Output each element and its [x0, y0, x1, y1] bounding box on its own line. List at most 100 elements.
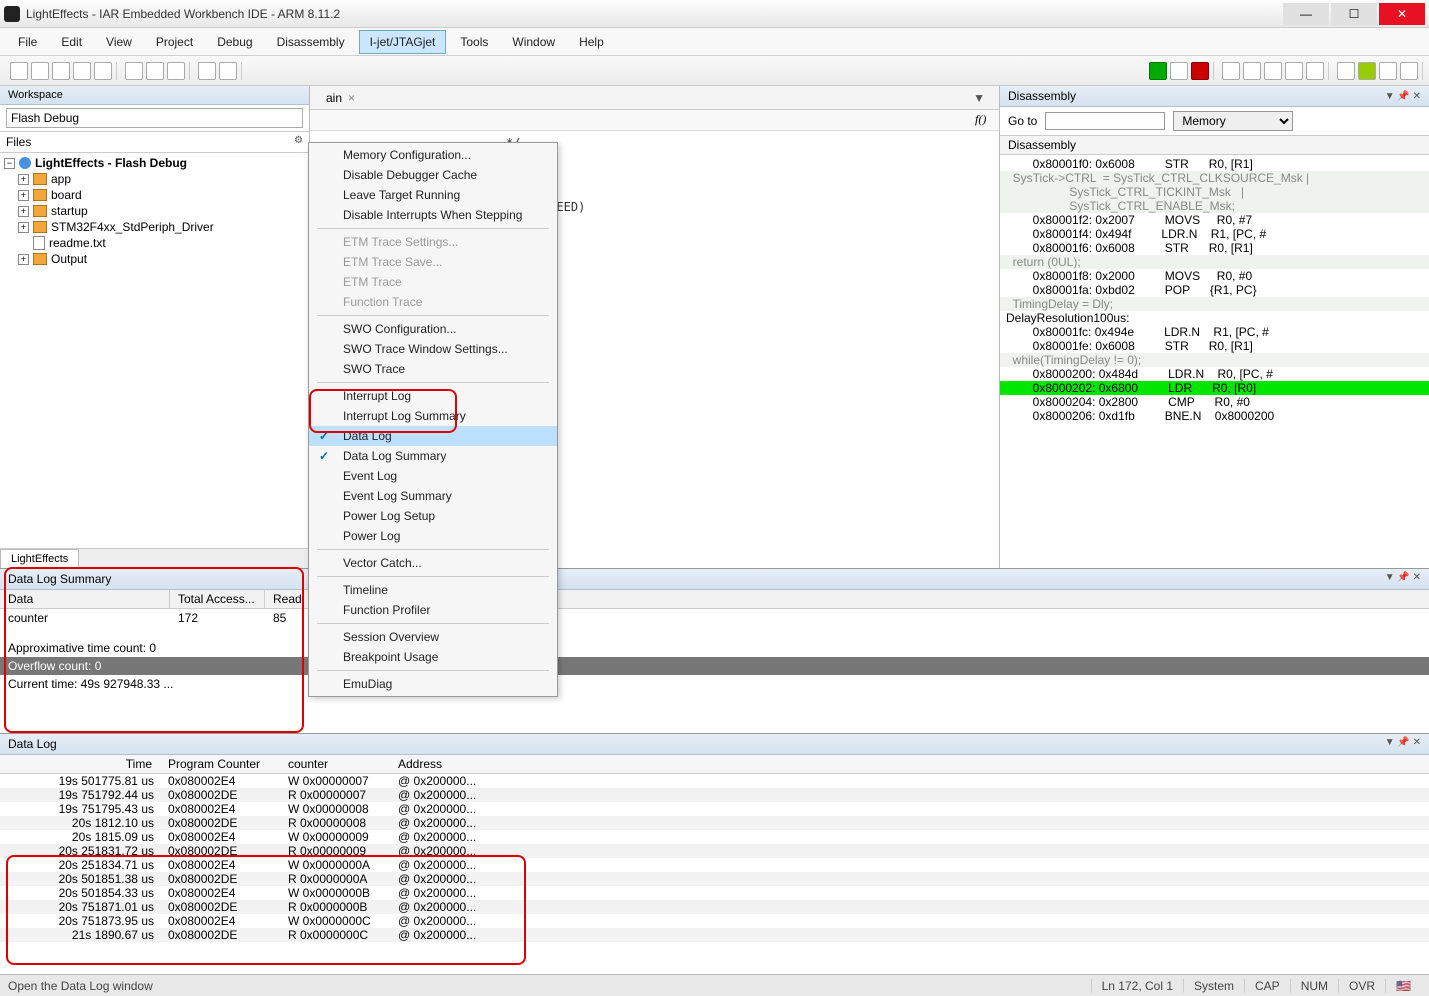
- disasm-line[interactable]: 0x80001f8: 0x2000 MOVS R0, #0: [1000, 269, 1429, 283]
- menu-item-disable-debugger-cache[interactable]: Disable Debugger Cache: [309, 165, 557, 185]
- menu-item-vector-catch---[interactable]: Vector Catch...: [309, 553, 557, 573]
- menu-item-swo-trace-window-settings---[interactable]: SWO Trace Window Settings...: [309, 339, 557, 359]
- goto-input[interactable]: [1045, 112, 1165, 130]
- dls-row[interactable]: counter 172 85: [0, 609, 1429, 627]
- datalog-pin-icons[interactable]: ▼ 📌 ✕: [1385, 737, 1421, 751]
- tree-item[interactable]: readme.txt: [4, 235, 305, 251]
- disasm-line[interactable]: 0x80001fa: 0xbd02 POP {R1, PC}: [1000, 283, 1429, 297]
- minimize-button[interactable]: —: [1283, 3, 1329, 25]
- menu-item-leave-target-running[interactable]: Leave Target Running: [309, 185, 557, 205]
- menu-item-power-log-setup[interactable]: Power Log Setup: [309, 506, 557, 526]
- disasm-line[interactable]: SysTick_CTRL_ENABLE_Msk;: [1000, 199, 1429, 213]
- datalog-row[interactable]: 20s 751871.01 us0x080002DER 0x0000000B@ …: [0, 900, 1429, 914]
- menu-view[interactable]: View: [96, 31, 142, 53]
- disasm-line[interactable]: return (0UL);: [1000, 255, 1429, 269]
- datalog-body[interactable]: 19s 501775.81 us0x080002E4W 0x00000007@ …: [0, 774, 1429, 974]
- menu-debug[interactable]: Debug: [207, 31, 262, 53]
- memory-select[interactable]: Memory: [1173, 111, 1293, 131]
- disasm-line[interactable]: 0x80001f0: 0x6008 STR R0, [R1]: [1000, 157, 1429, 171]
- tree-item[interactable]: +app: [4, 171, 305, 187]
- debug-go-icon[interactable]: [1149, 62, 1167, 80]
- step-out-icon[interactable]: [1264, 62, 1282, 80]
- step-into-icon[interactable]: [1243, 62, 1261, 80]
- datalog-row[interactable]: 21s 1890.67 us0x080002DER 0x0000000C@ 0x…: [0, 928, 1429, 942]
- menu-item-disable-interrupts-when-stepping[interactable]: Disable Interrupts When Stepping: [309, 205, 557, 225]
- config-input[interactable]: [6, 108, 303, 128]
- menu-item-data-log[interactable]: Data Log: [309, 426, 557, 446]
- redo-icon[interactable]: [219, 62, 237, 80]
- disasm-line[interactable]: 0x8000204: 0x2800 CMP R0, #0: [1000, 395, 1429, 409]
- datalog-row[interactable]: 20s 501851.38 us0x080002DER 0x0000000A@ …: [0, 872, 1429, 886]
- disasm-line[interactable]: 0x80001f6: 0x6008 STR R0, [R1]: [1000, 241, 1429, 255]
- paste-icon[interactable]: [167, 62, 185, 80]
- disasm-line[interactable]: SysTick_CTRL_TICKINT_Msk |: [1000, 185, 1429, 199]
- tree-toggle-icon[interactable]: +: [18, 174, 29, 185]
- disassembly-pin-icons[interactable]: ▼ 📌 ✕: [1385, 91, 1421, 102]
- disasm-line[interactable]: 0x8000206: 0xd1fb BNE.N 0x8000200: [1000, 409, 1429, 423]
- datalog-row[interactable]: 19s 501775.81 us0x080002E4W 0x00000007@ …: [0, 774, 1429, 788]
- step-instruction-icon[interactable]: [1285, 62, 1303, 80]
- tree-item[interactable]: +STM32F4xx_StdPeriph_Driver: [4, 219, 305, 235]
- datalog-row[interactable]: 20s 1815.09 us0x080002E4W 0x00000009@ 0x…: [0, 830, 1429, 844]
- disassembly-view[interactable]: 0x80001f0: 0x6008 STR R0, [R1] SysTick->…: [1000, 155, 1429, 568]
- print-icon[interactable]: [94, 62, 112, 80]
- datalog-row[interactable]: 19s 751795.43 us0x080002E4W 0x00000008@ …: [0, 802, 1429, 816]
- menu-item-timeline[interactable]: Timeline: [309, 580, 557, 600]
- project-root[interactable]: LightEffects - Flash Debug: [35, 156, 187, 170]
- tree-toggle-icon[interactable]: +: [18, 206, 29, 217]
- menu-item-memory-configuration---[interactable]: Memory Configuration...: [309, 145, 557, 165]
- menu-item-event-log-summary[interactable]: Event Log Summary: [309, 486, 557, 506]
- step-over-icon[interactable]: [1222, 62, 1240, 80]
- run-to-cursor-icon[interactable]: [1306, 62, 1324, 80]
- new-file-icon[interactable]: [10, 62, 28, 80]
- menu-item-function-profiler[interactable]: Function Profiler: [309, 600, 557, 620]
- disasm-line[interactable]: TimingDelay = Dly;: [1000, 297, 1429, 311]
- save-icon[interactable]: [52, 62, 70, 80]
- swo-icon[interactable]: [1358, 62, 1376, 80]
- disasm-line[interactable]: 0x80001f2: 0x2007 MOVS R0, #7: [1000, 213, 1429, 227]
- menu-item-interrupt-log-summary[interactable]: Interrupt Log Summary: [309, 406, 557, 426]
- menu-file[interactable]: File: [8, 31, 47, 53]
- config-selector[interactable]: [0, 105, 309, 132]
- close-button[interactable]: ✕: [1379, 3, 1425, 25]
- dls-pin-icons[interactable]: ▼ 📌 ✕: [1385, 572, 1421, 586]
- menu-project[interactable]: Project: [146, 31, 203, 53]
- datalog-row[interactable]: 20s 501854.33 us0x080002E4W 0x0000000B@ …: [0, 886, 1429, 900]
- debug-reset-icon[interactable]: [1191, 62, 1209, 80]
- cut-icon[interactable]: [125, 62, 143, 80]
- disasm-line[interactable]: 0x80001fc: 0x494e LDR.N R1, [PC, #: [1000, 325, 1429, 339]
- tree-toggle-icon[interactable]: −: [4, 158, 15, 169]
- menu-item-interrupt-log[interactable]: Interrupt Log: [309, 386, 557, 406]
- menu-window[interactable]: Window: [502, 31, 565, 53]
- menu-item-breakpoint-usage[interactable]: Breakpoint Usage: [309, 647, 557, 667]
- disasm-line[interactable]: 0x8000202: 0x6800 LDR R0, [R0]: [1000, 381, 1429, 395]
- datalog-row[interactable]: 20s 251834.71 us0x080002E4W 0x0000000A@ …: [0, 858, 1429, 872]
- tree-toggle-icon[interactable]: +: [18, 254, 29, 265]
- menu-tools[interactable]: Tools: [450, 31, 498, 53]
- menu-item-swo-trace[interactable]: SWO Trace: [309, 359, 557, 379]
- tree-toggle-icon[interactable]: +: [18, 222, 29, 233]
- tree-item[interactable]: +board: [4, 187, 305, 203]
- debug-break-icon[interactable]: [1170, 62, 1188, 80]
- disasm-line[interactable]: 0x8000200: 0x484d LDR.N R0, [PC, #: [1000, 367, 1429, 381]
- tree-toggle-icon[interactable]: +: [18, 190, 29, 201]
- disasm-line[interactable]: while(TimingDelay != 0);: [1000, 353, 1429, 367]
- menu-item-swo-configuration---[interactable]: SWO Configuration...: [309, 319, 557, 339]
- disasm-line[interactable]: 0x80001fe: 0x6008 STR R0, [R1]: [1000, 339, 1429, 353]
- editor-tab[interactable]: ain ×: [316, 88, 365, 108]
- datalog-row[interactable]: 20s 751873.95 us0x080002E4W 0x0000000C@ …: [0, 914, 1429, 928]
- menu-item-emudiag[interactable]: EmuDiag: [309, 674, 557, 694]
- disasm-line[interactable]: DelayResolution100us:: [1000, 311, 1429, 325]
- files-config-icon[interactable]: ⚙: [294, 135, 303, 149]
- project-tree[interactable]: −LightEffects - Flash Debug+app+board+st…: [0, 153, 309, 548]
- menu-item-session-overview[interactable]: Session Overview: [309, 627, 557, 647]
- datalog-row[interactable]: 20s 251831.72 us0x080002DER 0x00000009@ …: [0, 844, 1429, 858]
- close-tab-icon[interactable]: ×: [348, 91, 355, 105]
- maximize-button[interactable]: ☐: [1331, 3, 1377, 25]
- menu-help[interactable]: Help: [569, 31, 614, 53]
- disasm-line[interactable]: SysTick->CTRL = SysTick_CTRL_CLKSOURCE_M…: [1000, 171, 1429, 185]
- menu-item-data-log-summary[interactable]: Data Log Summary: [309, 446, 557, 466]
- menu-ijetjtagjet[interactable]: I-jet/JTAGjet: [359, 30, 447, 54]
- copy-icon[interactable]: [146, 62, 164, 80]
- function-list-icon[interactable]: f(): [975, 112, 991, 128]
